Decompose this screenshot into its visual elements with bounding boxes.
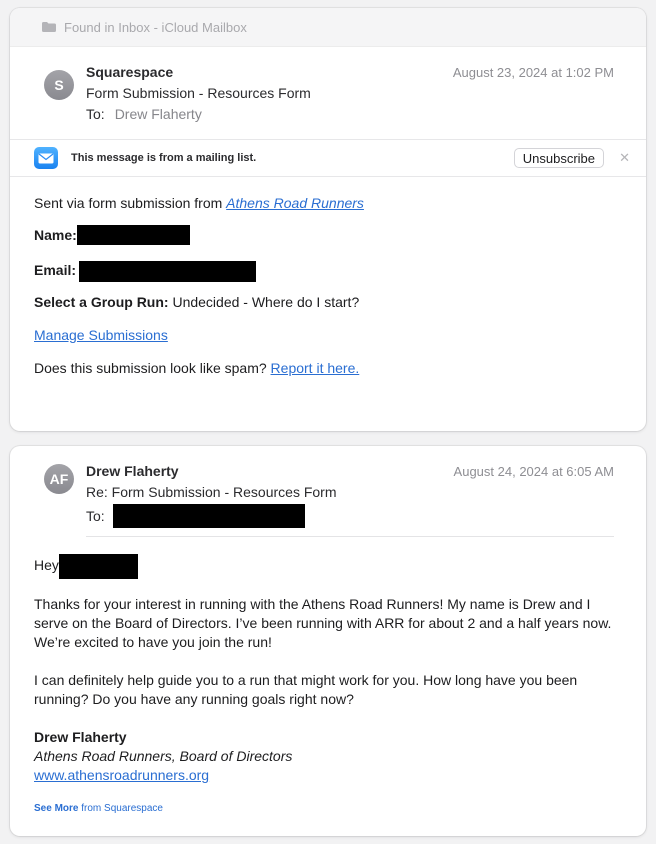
manage-submissions-row: Manage Submissions (34, 327, 168, 343)
redacted-email (79, 261, 257, 282)
message-date: August 24, 2024 at 6:05 AM (453, 464, 614, 479)
see-more-label[interactable]: See More (34, 803, 78, 814)
message-header: S Squarespace Form Submission - Resource… (10, 47, 646, 139)
name-field-row: Name: (34, 224, 190, 245)
group-run-value: Undecided - Where do I start? (168, 294, 360, 310)
paragraph-1-line-1: Thanks for your interest in running with… (34, 596, 591, 612)
redacted-name (76, 224, 190, 245)
message-card-drew-flaherty: AF Drew Flaherty Re: Form Submission - R… (10, 446, 646, 836)
recipient-row: To: (86, 504, 305, 528)
message-subject: Re: Form Submission - Resources Form (86, 484, 337, 500)
folder-icon (42, 22, 56, 32)
paragraph-2-line-1: I can definitely help guide you to a run… (34, 672, 578, 688)
signature-title: Athens Road Runners, Board of Directors (34, 748, 293, 764)
message-subject: Form Submission - Resources Form (86, 85, 311, 101)
paragraph-1-line-2: serve on the Board of Directors. I’ve be… (34, 615, 612, 631)
spam-question: Does this submission look like spam? (34, 360, 271, 376)
name-label: Name: (34, 227, 77, 243)
sender-avatar: S (44, 70, 74, 100)
see-more-row[interactable]: See More from Squarespace (34, 803, 163, 814)
email-label: Email: (34, 262, 77, 279)
message-card-squarespace: Found in Inbox - iCloud Mailbox S Square… (10, 8, 646, 431)
report-spam-link[interactable]: Report it here. (271, 360, 360, 376)
mailbox-location-bar[interactable]: Found in Inbox - iCloud Mailbox (10, 8, 646, 47)
sender-avatar: AF (44, 464, 74, 494)
see-more-source: from Squarespace (78, 803, 163, 814)
sender-name[interactable]: Squarespace (86, 64, 173, 80)
intro-text: Sent via form submission from (34, 195, 227, 211)
avatar-initials: AF (49, 471, 69, 487)
recipient-name[interactable]: Drew Flaherty (115, 106, 202, 122)
redacted-greeting-name (58, 554, 138, 579)
message-date: August 23, 2024 at 1:02 PM (452, 65, 614, 80)
greeting: Hey (34, 557, 59, 574)
close-banner-icon[interactable]: ✕ (619, 150, 630, 166)
group-run-label: Select a Group Run: (34, 294, 169, 310)
mailbox-location-label: Found in Inbox - iCloud Mailbox (64, 19, 247, 35)
sender-name[interactable]: Drew Flaherty (86, 463, 179, 479)
redacted-recipient (112, 504, 305, 528)
signature-name: Drew Flaherty (34, 729, 127, 745)
header-divider (86, 536, 614, 537)
paragraph-2-line-2: running? Do you have any running goals r… (34, 691, 354, 707)
message-header: AF Drew Flaherty Re: Form Submission - R… (10, 446, 646, 538)
signature-link-row: www.athensroadrunners.org (34, 767, 209, 783)
recipient-row: To: Drew Flaherty (86, 106, 202, 122)
athens-road-runners-website-link[interactable]: www.athensroadrunners.org (34, 767, 209, 783)
athens-road-runners-link[interactable]: Athens Road Runners (226, 195, 364, 211)
greeting-row: Hey (34, 554, 138, 579)
paragraph-1-line-3: We’re excited to have you join the run! (34, 634, 272, 650)
avatar-initial: S (54, 77, 64, 93)
to-label: To: (86, 508, 105, 524)
group-run-row: Select a Group Run: Undecided - Where do… (34, 294, 359, 310)
unsubscribe-button[interactable]: Unsubscribe (513, 148, 604, 168)
manage-submissions-link[interactable]: Manage Submissions (34, 327, 168, 343)
spam-row: Does this submission look like spam? Rep… (34, 360, 359, 376)
email-field-row: Email: (34, 261, 257, 282)
mail-envelope-icon (34, 147, 58, 169)
mailing-list-notice: This message is from a mailing list. (71, 152, 257, 164)
mailing-list-banner: This message is from a mailing list. Uns… (10, 139, 646, 177)
to-label: To: (86, 106, 105, 122)
intro-line: Sent via form submission from Athens Roa… (34, 195, 364, 211)
